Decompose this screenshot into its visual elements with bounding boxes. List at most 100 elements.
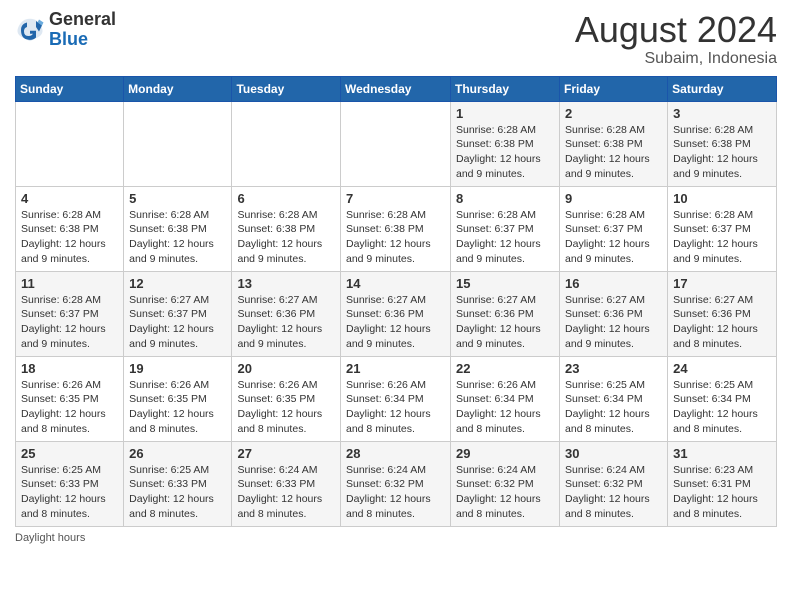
day-number: 16 <box>565 276 662 291</box>
day-number: 24 <box>673 361 771 376</box>
day-cell-4-2: 27 Sunrise: 6:24 AMSunset: 6:33 PMDayligh… <box>232 441 341 526</box>
day-cell-1-2: 6 Sunrise: 6:28 AMSunset: 6:38 PMDaylight… <box>232 186 341 271</box>
weekday-header-row: Sunday Monday Tuesday Wednesday Thursday… <box>16 76 777 101</box>
day-cell-3-4: 22Sunrise: 6:26 AMSunset: 6:34 PMDayligh… <box>451 356 560 441</box>
day-info: Sunrise: 6:27 AMSunset: 6:36 PMDaylight:… <box>456 293 554 352</box>
day-info: Sunrise: 6:25 AMSunset: 6:33 PMDaylight:… <box>21 463 118 522</box>
day-cell-1-4: 8 Sunrise: 6:28 AMSunset: 6:37 PMDaylight… <box>451 186 560 271</box>
day-cell-4-3: 28Sunrise: 6:24 AMSunset: 6:32 PMDayligh… <box>341 441 451 526</box>
day-info: Sunrise: 6:25 AMSunset: 6:34 PMDaylight:… <box>673 378 771 437</box>
day-cell-4-1: 26 Sunrise: 6:25 AMSunset: 6:33 PMDayligh… <box>124 441 232 526</box>
day-info: Sunrise: 6:25 AMSunset: 6:33 PMDaylight:… <box>129 463 226 522</box>
day-number: 23 <box>565 361 662 376</box>
day-info: Sunrise: 6:27 AMSunset: 6:36 PMDaylight:… <box>346 293 445 352</box>
week-row-3: 11 Sunrise: 6:28 AMSunset: 6:37 PMDayligh… <box>16 271 777 356</box>
day-number: 28 <box>346 446 445 461</box>
calendar-table: Sunday Monday Tuesday Wednesday Thursday… <box>15 76 777 527</box>
day-cell-3-3: 21 Sunrise: 6:26 AMSunset: 6:34 PMDayligh… <box>341 356 451 441</box>
day-cell-2-0: 11 Sunrise: 6:28 AMSunset: 6:37 PMDayligh… <box>16 271 124 356</box>
week-row-5: 25Sunrise: 6:25 AMSunset: 6:33 PMDayligh… <box>16 441 777 526</box>
day-info: Sunrise: 6:28 AMSunset: 6:38 PMDaylight:… <box>237 208 335 267</box>
logo-icon <box>15 15 45 45</box>
day-cell-0-0 <box>16 101 124 186</box>
logo-text: General Blue <box>49 10 116 50</box>
day-number: 20 <box>237 361 335 376</box>
day-cell-2-3: 14Sunrise: 6:27 AMSunset: 6:36 PMDayligh… <box>341 271 451 356</box>
day-info: Sunrise: 6:26 AMSunset: 6:35 PMDaylight:… <box>129 378 226 437</box>
day-number: 5 <box>129 191 226 206</box>
day-cell-1-1: 5 Sunrise: 6:28 AMSunset: 6:38 PMDaylight… <box>124 186 232 271</box>
day-info: Sunrise: 6:27 AMSunset: 6:36 PMDaylight:… <box>673 293 771 352</box>
day-number: 30 <box>565 446 662 461</box>
day-info: Sunrise: 6:28 AMSunset: 6:38 PMDaylight:… <box>129 208 226 267</box>
week-row-2: 4 Sunrise: 6:28 AMSunset: 6:38 PMDaylight… <box>16 186 777 271</box>
day-number: 29 <box>456 446 554 461</box>
day-info: Sunrise: 6:28 AMSunset: 6:37 PMDaylight:… <box>456 208 554 267</box>
day-info: Sunrise: 6:28 AMSunset: 6:37 PMDaylight:… <box>565 208 662 267</box>
day-cell-3-6: 24 Sunrise: 6:25 AMSunset: 6:34 PMDayligh… <box>668 356 777 441</box>
day-info: Sunrise: 6:27 AMSunset: 6:37 PMDaylight:… <box>129 293 226 352</box>
day-cell-2-5: 16 Sunrise: 6:27 AMSunset: 6:36 PMDayligh… <box>560 271 668 356</box>
day-cell-0-5: 2Sunrise: 6:28 AMSunset: 6:38 PMDaylight… <box>560 101 668 186</box>
header-sunday: Sunday <box>16 76 124 101</box>
day-cell-1-0: 4Sunrise: 6:28 AMSunset: 6:38 PMDaylight… <box>16 186 124 271</box>
day-number: 22 <box>456 361 554 376</box>
day-cell-2-4: 15Sunrise: 6:27 AMSunset: 6:36 PMDayligh… <box>451 271 560 356</box>
day-cell-2-2: 13Sunrise: 6:27 AMSunset: 6:36 PMDayligh… <box>232 271 341 356</box>
day-cell-0-2 <box>232 101 341 186</box>
day-number: 11 <box>21 276 118 291</box>
day-number: 21 <box>346 361 445 376</box>
day-cell-1-3: 7 Sunrise: 6:28 AMSunset: 6:38 PMDaylight… <box>341 186 451 271</box>
day-number: 8 <box>456 191 554 206</box>
header-saturday: Saturday <box>668 76 777 101</box>
day-info: Sunrise: 6:28 AMSunset: 6:37 PMDaylight:… <box>673 208 771 267</box>
day-cell-4-4: 29Sunrise: 6:24 AMSunset: 6:32 PMDayligh… <box>451 441 560 526</box>
day-info: Sunrise: 6:27 AMSunset: 6:36 PMDaylight:… <box>565 293 662 352</box>
day-cell-0-1 <box>124 101 232 186</box>
day-cell-1-5: 9Sunrise: 6:28 AMSunset: 6:37 PMDaylight… <box>560 186 668 271</box>
day-number: 4 <box>21 191 118 206</box>
day-number: 6 <box>237 191 335 206</box>
header-wednesday: Wednesday <box>341 76 451 101</box>
day-number: 18 <box>21 361 118 376</box>
day-number: 7 <box>346 191 445 206</box>
day-cell-3-2: 20 Sunrise: 6:26 AMSunset: 6:35 PMDayligh… <box>232 356 341 441</box>
day-info: Sunrise: 6:27 AMSunset: 6:36 PMDaylight:… <box>237 293 335 352</box>
logo: General Blue <box>15 10 116 50</box>
day-cell-4-5: 30Sunrise: 6:24 AMSunset: 6:32 PMDayligh… <box>560 441 668 526</box>
day-info: Sunrise: 6:26 AMSunset: 6:35 PMDaylight:… <box>237 378 335 437</box>
day-cell-1-6: 10Sunrise: 6:28 AMSunset: 6:37 PMDayligh… <box>668 186 777 271</box>
day-number: 27 <box>237 446 335 461</box>
day-info: Sunrise: 6:26 AMSunset: 6:34 PMDaylight:… <box>346 378 445 437</box>
header: General Blue August 2024 Subaim, Indones… <box>15 10 777 68</box>
day-info: Sunrise: 6:23 AMSunset: 6:31 PMDaylight:… <box>673 463 771 522</box>
day-info: Sunrise: 6:28 AMSunset: 6:38 PMDaylight:… <box>346 208 445 267</box>
day-number: 19 <box>129 361 226 376</box>
day-number: 12 <box>129 276 226 291</box>
title-block: August 2024 Subaim, Indonesia <box>575 10 777 68</box>
header-monday: Monday <box>124 76 232 101</box>
day-info: Sunrise: 6:28 AMSunset: 6:37 PMDaylight:… <box>21 293 118 352</box>
day-info: Sunrise: 6:28 AMSunset: 6:38 PMDaylight:… <box>456 123 554 182</box>
logo-blue-text: Blue <box>49 29 88 49</box>
footer: Daylight hours <box>15 532 777 544</box>
day-number: 31 <box>673 446 771 461</box>
day-number: 26 <box>129 446 226 461</box>
day-cell-4-6: 31 Sunrise: 6:23 AMSunset: 6:31 PMDayligh… <box>668 441 777 526</box>
day-number: 1 <box>456 106 554 121</box>
month-year-title: August 2024 <box>575 10 777 50</box>
day-cell-0-4: 1 Sunrise: 6:28 AMSunset: 6:38 PMDaylight… <box>451 101 560 186</box>
logo-general-text: General <box>49 9 116 29</box>
day-info: Sunrise: 6:28 AMSunset: 6:38 PMDaylight:… <box>673 123 771 182</box>
day-cell-3-5: 23Sunrise: 6:25 AMSunset: 6:34 PMDayligh… <box>560 356 668 441</box>
header-thursday: Thursday <box>451 76 560 101</box>
day-info: Sunrise: 6:26 AMSunset: 6:35 PMDaylight:… <box>21 378 118 437</box>
day-info: Sunrise: 6:24 AMSunset: 6:33 PMDaylight:… <box>237 463 335 522</box>
day-info: Sunrise: 6:28 AMSunset: 6:38 PMDaylight:… <box>565 123 662 182</box>
day-cell-2-1: 12 Sunrise: 6:27 AMSunset: 6:37 PMDayligh… <box>124 271 232 356</box>
header-friday: Friday <box>560 76 668 101</box>
week-row-1: 1 Sunrise: 6:28 AMSunset: 6:38 PMDaylight… <box>16 101 777 186</box>
day-cell-0-3 <box>341 101 451 186</box>
page-container: General Blue August 2024 Subaim, Indones… <box>0 0 792 612</box>
header-tuesday: Tuesday <box>232 76 341 101</box>
